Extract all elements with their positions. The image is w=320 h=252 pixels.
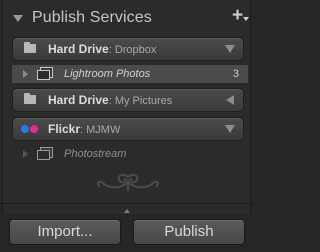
collection-name: Lightroom Photos [64, 68, 151, 80]
service-account: : MJMW [80, 124, 121, 136]
service-name: Hard Drive [48, 93, 109, 107]
published-collection-icon [37, 147, 53, 160]
disclosure-triangle-icon[interactable] [23, 70, 28, 78]
collection-lightroom-photos[interactable]: Lightroom Photos 3 [12, 65, 248, 83]
plus-icon: + [232, 5, 244, 26]
service-account: : My Pictures [108, 95, 173, 107]
panel-divider [0, 203, 254, 204]
collection-name: Photostream [64, 148, 127, 160]
panel-header[interactable]: Publish Services + [3, 0, 250, 36]
panel-collapse-triangle-icon[interactable] [13, 15, 23, 22]
dropdown-arrow-icon [243, 17, 249, 21]
service-hard-drive-dropbox[interactable]: Hard Drive: Dropbox [12, 37, 244, 61]
publish-button[interactable]: Publish [133, 219, 245, 245]
collapse-caret-icon[interactable] [226, 95, 234, 105]
expand-caret-icon[interactable] [225, 45, 235, 53]
disclosure-triangle-icon[interactable] [23, 150, 28, 158]
folder-icon [24, 93, 36, 104]
expand-caret-icon[interactable] [225, 125, 235, 133]
collection-photostream[interactable]: Photostream [12, 145, 248, 163]
panel-title: Publish Services [32, 9, 152, 26]
service-name: Hard Drive [48, 42, 109, 56]
collection-count: 3 [232, 68, 239, 80]
import-button[interactable]: Import... [9, 219, 121, 245]
flickr-icon [21, 125, 41, 133]
service-flickr[interactable]: Flickr: MJMW [12, 117, 244, 141]
published-collection-icon [37, 67, 53, 80]
panel-end-ornament-icon [96, 173, 160, 192]
service-hard-drive-my-pictures[interactable]: Hard Drive: My Pictures [12, 88, 244, 112]
panel-resize-arrow-icon[interactable] [124, 209, 130, 213]
service-name: Flickr [48, 122, 81, 136]
folder-icon [24, 42, 36, 53]
add-service-button[interactable]: + [232, 5, 249, 26]
service-account: : Dropbox [108, 44, 157, 56]
